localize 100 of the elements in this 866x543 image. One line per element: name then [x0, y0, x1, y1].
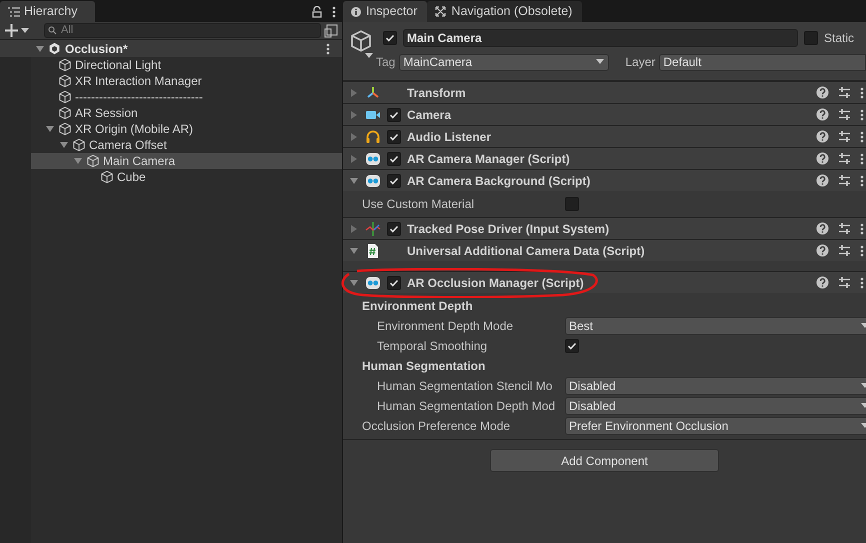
- hierarchy-item[interactable]: --------------------------------: [31, 89, 342, 105]
- list-icon: [8, 6, 20, 16]
- sliders-icon[interactable]: [838, 174, 851, 187]
- panel-tab[interactable]: Hierarchy: [0, 1, 95, 22]
- dropdown-caret-icon: [21, 28, 29, 34]
- dropdown-caret-icon: [365, 53, 373, 59]
- field-label: Human Segmentation Stencil Mo: [377, 379, 552, 393]
- dropdown-caret-icon: [596, 59, 604, 65]
- component-header[interactable]: Audio Listener: [343, 126, 866, 147]
- component-title: AR Occlusion Manager (Script): [407, 274, 584, 292]
- more-options-icon[interactable]: [326, 42, 330, 54]
- sliders-icon[interactable]: [838, 276, 851, 289]
- hierarchy-item[interactable]: Cube: [31, 169, 342, 185]
- search-field[interactable]: All: [44, 23, 321, 38]
- hierarchy-item[interactable]: XR Interaction Manager: [31, 73, 342, 89]
- cube-icon: [349, 29, 373, 53]
- cube-icon: [72, 138, 86, 152]
- tag-dropdown[interactable]: MainCamera: [399, 54, 610, 70]
- checkbox[interactable]: [804, 31, 818, 45]
- add-component-button[interactable]: Add Component: [490, 449, 719, 472]
- more-options-icon[interactable]: [860, 108, 864, 120]
- cube-icon: [58, 106, 72, 120]
- checkbox[interactable]: [565, 197, 579, 211]
- expand-arrow-icon[interactable]: [350, 246, 358, 254]
- scene-name: Occlusion*: [65, 40, 129, 58]
- expand-arrow-icon[interactable]: [350, 176, 358, 184]
- help-icon[interactable]: [816, 130, 829, 143]
- dropdown[interactable]: Disabled: [565, 377, 866, 395]
- help-icon[interactable]: [816, 174, 829, 187]
- component-header[interactable]: Camera: [343, 104, 866, 125]
- hierarchy-item[interactable]: Main Camera: [31, 153, 342, 169]
- sliders-icon[interactable]: [838, 244, 851, 257]
- layer-dropdown[interactable]: Default: [659, 54, 866, 70]
- component-header[interactable]: Transform: [343, 82, 866, 103]
- checkbox[interactable]: [387, 276, 401, 290]
- hierarchy-item[interactable]: AR Session: [31, 105, 342, 121]
- checkmark-icon: [389, 154, 399, 164]
- dropdown[interactable]: Best: [565, 317, 866, 335]
- hierarchy-item[interactable]: Camera Offset: [31, 137, 342, 153]
- sliders-icon[interactable]: [838, 86, 851, 99]
- cube-icon: [58, 74, 72, 88]
- component-header[interactable]: AR Camera Manager (Script): [343, 148, 866, 169]
- panel-tab[interactable]: Inspector: [343, 1, 428, 22]
- more-options-icon[interactable]: [860, 244, 864, 256]
- component-title: Universal Additional Camera Data (Script): [407, 242, 645, 260]
- checkbox[interactable]: [387, 174, 401, 188]
- checkmark-icon: [389, 176, 399, 186]
- more-options-icon[interactable]: [860, 174, 864, 186]
- cube-icon: [58, 122, 72, 136]
- checkbox[interactable]: [387, 108, 401, 122]
- hierarchy-item[interactable]: Directional Light: [31, 57, 342, 73]
- hierarchy-item[interactable]: XR Origin (Mobile AR): [31, 121, 342, 137]
- more-options-icon[interactable]: [860, 152, 864, 164]
- more-options-icon[interactable]: [860, 86, 864, 98]
- checkbox[interactable]: [387, 152, 401, 166]
- axes-icon: [365, 84, 381, 100]
- cube-icon: [58, 90, 72, 104]
- field-label: Human Segmentation Depth Mod: [377, 399, 556, 413]
- help-icon[interactable]: [816, 108, 829, 121]
- expand-arrow-icon[interactable]: [350, 278, 358, 286]
- more-options-icon[interactable]: [332, 6, 336, 18]
- robot-face-icon: [365, 274, 381, 290]
- help-icon[interactable]: [816, 152, 829, 165]
- arrows-icon: [435, 6, 446, 17]
- component-header[interactable]: AR Occlusion Manager (Script): [343, 272, 866, 293]
- info-icon: [351, 6, 361, 16]
- help-icon[interactable]: [816, 244, 829, 257]
- dropdown[interactable]: Disabled: [565, 397, 866, 415]
- robot-face-icon: [365, 150, 381, 166]
- help-icon[interactable]: [816, 86, 829, 99]
- component-header[interactable]: AR Camera Background (Script): [343, 170, 866, 191]
- checkmark-icon: [385, 33, 395, 43]
- lock-icon[interactable]: [312, 6, 322, 18]
- more-options-icon[interactable]: [860, 276, 864, 288]
- help-icon[interactable]: [816, 276, 829, 289]
- sliders-icon[interactable]: [838, 130, 851, 143]
- more-options-icon[interactable]: [860, 222, 864, 234]
- scene-row[interactable]: Occlusion*: [0, 40, 342, 57]
- checkbox[interactable]: [387, 130, 401, 144]
- panel-tab[interactable]: Navigation (Obsolete): [427, 1, 582, 22]
- sliders-icon[interactable]: [838, 108, 851, 121]
- window-icon[interactable]: [324, 24, 338, 38]
- sliders-icon[interactable]: [838, 152, 851, 165]
- component-header[interactable]: Universal Additional Camera Data (Script): [343, 240, 866, 261]
- section-heading: Human Segmentation: [362, 358, 486, 375]
- component-header[interactable]: Tracked Pose Driver (Input System): [343, 218, 866, 239]
- add-icon[interactable]: [5, 24, 18, 37]
- component-title: Tracked Pose Driver (Input System): [407, 220, 610, 238]
- search-icon: [48, 26, 57, 35]
- checkmark-icon: [389, 132, 399, 142]
- checkbox[interactable]: [565, 339, 579, 353]
- name-field[interactable]: Main Camera: [403, 29, 798, 47]
- sliders-icon[interactable]: [838, 222, 851, 235]
- help-icon[interactable]: [816, 222, 829, 235]
- dropdown[interactable]: Prefer Environment Occlusion: [565, 417, 866, 435]
- checkbox[interactable]: [387, 222, 401, 236]
- tag-label: Tag: [376, 54, 396, 71]
- checkbox[interactable]: [383, 31, 397, 45]
- more-options-icon[interactable]: [860, 130, 864, 142]
- expand-arrow-icon[interactable]: [36, 44, 44, 52]
